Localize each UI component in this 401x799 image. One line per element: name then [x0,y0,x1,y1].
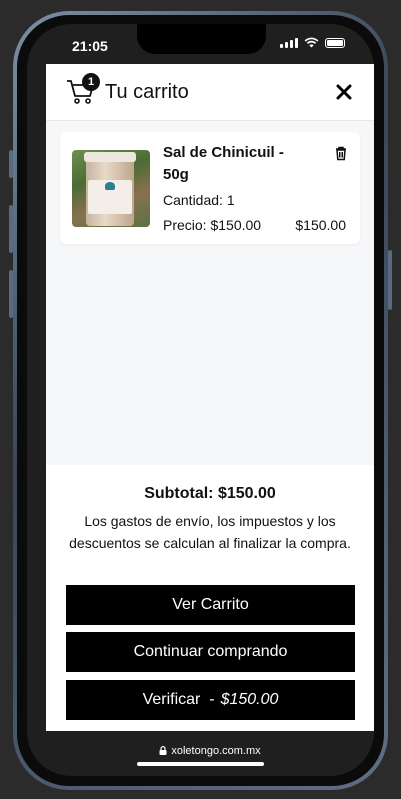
close-button[interactable] [332,80,356,104]
url-text: xoletongo.com.mx [171,745,261,757]
product-price: Precio: $150.00 [163,217,262,233]
mute-switch [9,150,13,178]
product-image[interactable] [72,150,150,227]
wifi-icon [304,37,319,48]
checkout-label: Verificar - [142,691,215,708]
trash-icon[interactable] [332,144,350,162]
product-quantity: Cantidad: 1 [163,192,235,208]
product-name[interactable]: Sal de Chinicuil - 50g [163,142,313,186]
status-time: 21:05 [72,38,108,54]
notch [137,24,266,54]
cart-title: Tu carrito [105,81,189,103]
status-icons [280,37,345,48]
continue-shopping-button[interactable]: Continuar comprando [66,632,355,672]
subtotal: Subtotal: $150.00 [144,485,276,502]
lock-icon [159,745,167,755]
cart-footer: Subtotal: $150.00 Los gastos de envío, l… [46,465,374,731]
checkout-button[interactable]: Verificar - $150.00 [66,680,355,720]
close-icon [336,84,352,100]
line-total: $150.00 [295,217,346,233]
volume-down-button [9,270,13,318]
checkout-amount: $150.00 [220,691,279,708]
signal-icon [280,37,298,48]
power-button [388,250,392,310]
home-indicator [137,762,264,766]
volume-up-button [9,205,13,253]
view-cart-button[interactable]: Ver Carrito [66,585,355,625]
cart-drawer: 1 Tu carrito Sal de Chinicuil - 50g Cant… [46,64,374,731]
cart-count-badge: 1 [82,73,100,91]
cart-item: Sal de Chinicuil - 50g Cantidad: 1 Preci… [60,132,360,244]
cart-header: 1 Tu carrito [46,64,374,121]
battery-icon [325,37,345,48]
shipping-note: Los gastos de envío, los impuestos y los… [69,513,351,551]
